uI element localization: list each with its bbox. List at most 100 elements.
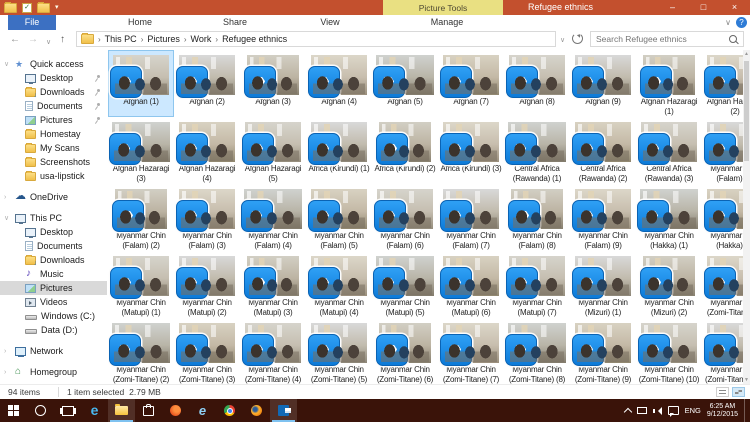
file-item[interactable]: » Myanmar Chin (Matupi) (1) [108, 251, 174, 318]
address-dropdown-chevron-icon[interactable]: ∨ [560, 36, 565, 44]
volume-icon[interactable] [652, 406, 662, 416]
help-icon[interactable]: ? [736, 17, 747, 28]
taskbar-office-button[interactable] [162, 399, 189, 422]
scrollbar-thumb[interactable] [744, 61, 749, 161]
file-item[interactable]: » Afghan (5) [372, 50, 438, 117]
chevron-right-icon[interactable]: › [4, 194, 6, 201]
file-item[interactable]: » Myanmar Chin (Falam) (4) [240, 184, 306, 251]
chevron-down-icon[interactable]: ∨ [4, 214, 9, 222]
language-indicator[interactable]: ENG [685, 406, 701, 415]
file-item[interactable]: » Afghan (2) [174, 50, 240, 117]
sidebar-item-quick-access[interactable]: ∨ Quick access [0, 57, 107, 71]
forward-icon[interactable]: → [28, 33, 38, 47]
details-view-button[interactable] [716, 387, 729, 397]
customize-qat-chevron-icon[interactable]: ▾ [55, 2, 59, 13]
sidebar-item-usa-lipstick[interactable]: usa-lipstick [0, 169, 107, 183]
sidebar-item-this-pc[interactable]: ∨ This PC [0, 211, 107, 225]
file-item[interactable]: » Myanmar Chin (Hakka) (2) [702, 184, 744, 251]
file-item[interactable]: » Afghan Hazaragi (5) [240, 117, 306, 184]
tab-view[interactable]: View [302, 15, 358, 30]
refresh-icon[interactable] [572, 33, 583, 44]
file-item[interactable]: » Myanmar Chin (Zomi-Titane) (4) [240, 318, 306, 385]
sidebar-item-desktop[interactable]: Desktop [0, 71, 107, 85]
sidebar-item-downloads[interactable]: Downloads [0, 253, 107, 267]
tab-manage[interactable]: Manage [419, 15, 475, 30]
breadcrumb-segment-this-pc[interactable]: This PC [103, 34, 139, 44]
new-folder-icon[interactable] [37, 1, 50, 13]
file-item[interactable]: » Afghan (3) [240, 50, 306, 117]
file-item[interactable]: » Central Africa (Rawanda) (3) [636, 117, 702, 184]
file-item[interactable]: » Myanmar Chin (Zomi-Titane) (5) [306, 318, 372, 385]
up-icon[interactable]: ↑ [60, 33, 65, 47]
taskbar-store-button[interactable] [135, 399, 162, 422]
file-item[interactable]: » Myanmar Chin (Matupi) (2) [174, 251, 240, 318]
file-item[interactable]: » Myanmar Chin (Matupi) (7) [504, 251, 570, 318]
taskbar-ie-button[interactable] [189, 399, 216, 422]
sidebar-item-homegroup[interactable]: › Homegroup [0, 365, 107, 379]
file-item[interactable]: » Afghan Hazaragi (4) [174, 117, 240, 184]
scroll-up-icon[interactable]: ▲ [743, 50, 750, 59]
taskbar-start-button[interactable] [0, 399, 27, 422]
vertical-scrollbar[interactable]: ▲ ▼ [743, 50, 750, 385]
sidebar-item-onedrive[interactable]: › OneDrive [0, 190, 107, 204]
chevron-right-icon[interactable]: › [4, 348, 6, 355]
file-item[interactable]: » Myanmar Chin (Matupi) (3) [240, 251, 306, 318]
file-item[interactable]: » Afghan (8) [504, 50, 570, 117]
sidebar-item-windows-c[interactable]: Windows (C:) [0, 309, 107, 323]
file-item[interactable]: » Myanmar Chin (Falam) (1) [702, 117, 744, 184]
file-item[interactable]: » Afghan (9) [570, 50, 636, 117]
file-item[interactable]: » Myanmar Chin (Falam) (3) [174, 184, 240, 251]
file-item[interactable]: » Myanmar Chin (Falam) (5) [306, 184, 372, 251]
expand-ribbon-chevron-icon[interactable]: ∨ [725, 18, 731, 27]
taskbar-explorer-button[interactable] [108, 399, 135, 422]
file-item[interactable]: » Africa (Kirundi) (2) [372, 117, 438, 184]
back-icon[interactable]: ← [10, 33, 20, 47]
file-item[interactable]: » Myanmar Chin (Falam) (8) [504, 184, 570, 251]
thumbnails-view-button[interactable] [732, 387, 745, 397]
file-item[interactable]: » Myanmar Chin (Hakka) (1) [636, 184, 702, 251]
chevron-right-icon[interactable]: › [4, 369, 6, 376]
file-item[interactable]: » Myanmar Chin (Mizuri) (1) [570, 251, 636, 318]
file-item[interactable]: » Myanmar Chin (Falam) (6) [372, 184, 438, 251]
search-icon[interactable] [729, 35, 737, 43]
file-item[interactable]: » Myanmar Chin (Matupi) (6) [438, 251, 504, 318]
tab-file[interactable]: File [8, 15, 56, 30]
file-item[interactable]: » Central Africa (Rawanda) (2) [570, 117, 636, 184]
file-item[interactable]: » Myanmar Chin (Zomi-Titane) (6) [372, 318, 438, 385]
sidebar-item-music[interactable]: Music [0, 267, 107, 281]
file-item[interactable]: » Africa (Kirundi) (1) [306, 117, 372, 184]
minimize-button[interactable]: – [657, 0, 688, 15]
file-item[interactable]: » Myanmar Chin (Mizuri) (2) [636, 251, 702, 318]
tab-home[interactable]: Home [112, 15, 168, 30]
sidebar-item-desktop[interactable]: Desktop [0, 225, 107, 239]
taskbar-edge-button[interactable] [81, 399, 108, 422]
search-input[interactable] [591, 33, 729, 45]
tab-share[interactable]: Share [207, 15, 263, 30]
breadcrumb[interactable]: › This PC › Pictures › Work › Refugee ethnics [76, 31, 556, 47]
action-center-icon[interactable] [667, 406, 679, 417]
sidebar-item-documents[interactable]: Documents [0, 239, 107, 253]
file-item[interactable]: » Central Africa (Rawanda) (1) [504, 117, 570, 184]
sidebar-item-my-scans[interactable]: My Scans [0, 141, 107, 155]
sidebar-item-pictures[interactable]: Pictures [0, 281, 107, 295]
sidebar-item-network[interactable]: › Network [0, 344, 107, 358]
sidebar-item-documents[interactable]: Documents [0, 99, 107, 113]
file-item[interactable]: » Myanmar Chin (Falam) (2) [108, 184, 174, 251]
breadcrumb-segment-pictures[interactable]: Pictures [145, 34, 182, 44]
taskbar-cortana-button[interactable] [27, 399, 54, 422]
taskbar-chrome-button[interactable] [216, 399, 243, 422]
sidebar-item-downloads[interactable]: Downloads [0, 85, 107, 99]
breadcrumb-segment-refugee-ethnics[interactable]: Refugee ethnics [220, 34, 289, 44]
file-item[interactable]: » Myanmar Chin (Matupi) (4) [306, 251, 372, 318]
clock[interactable]: 6:25 AM 9/12/2015 [707, 403, 738, 419]
sidebar-item-videos[interactable]: Videos [0, 295, 107, 309]
sidebar-item-homestay[interactable]: Homestay [0, 127, 107, 141]
file-item[interactable]: » Myanmar Chin (Zomi-Titane) (1) [702, 251, 744, 318]
file-item[interactable]: » Afghan Hazaragi (3) [108, 117, 174, 184]
file-item[interactable]: » Africa (Kirundi) (3) [438, 117, 504, 184]
file-item[interactable]: » Myanmar Chin (Zomi-Titane) (3) [174, 318, 240, 385]
file-item[interactable]: » Afghan Hazaragi (2) [702, 50, 744, 117]
file-item[interactable]: » Afghan (1) [108, 50, 174, 117]
file-item[interactable]: » Myanmar Chin (Falam) (9) [570, 184, 636, 251]
file-item[interactable]: » Myanmar Chin (Zomi-Titane) (7) [438, 318, 504, 385]
